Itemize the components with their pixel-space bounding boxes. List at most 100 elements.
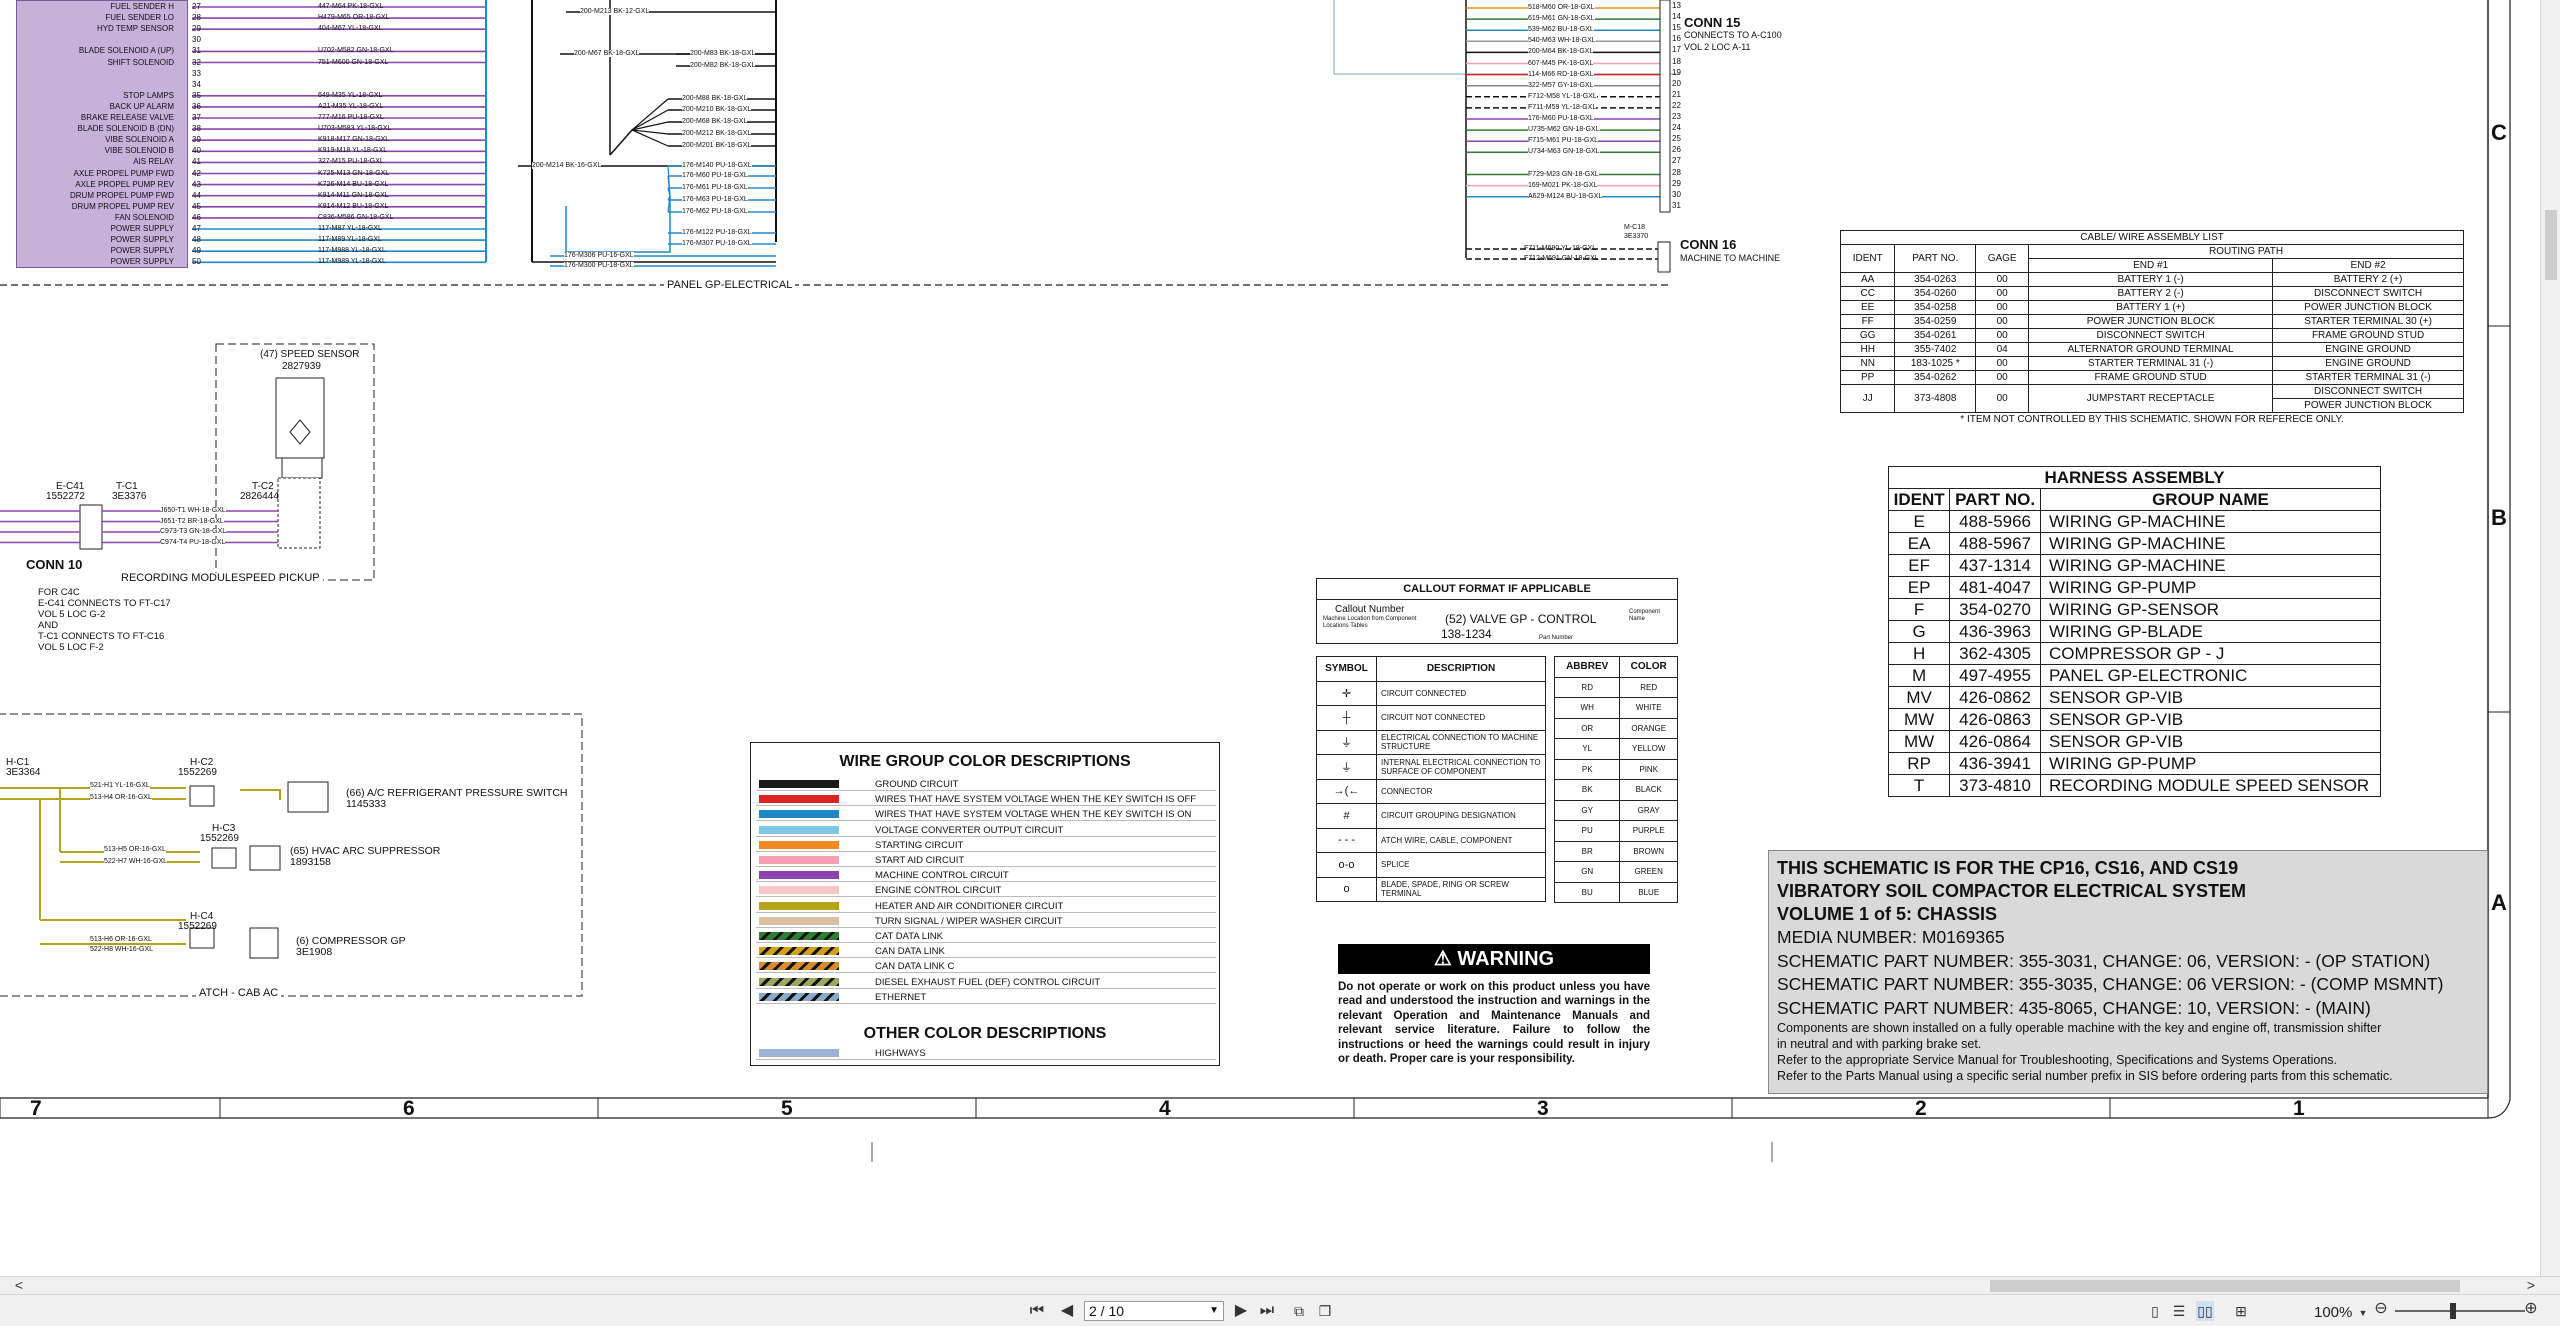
- horizontal-scrollbar[interactable]: < >: [0, 1276, 2560, 1294]
- wire-color-label: CAN DATA LINK: [875, 946, 945, 958]
- symbol-description: CONNECTOR: [1376, 778, 1546, 804]
- scroll-right-button[interactable]: >: [2522, 1275, 2540, 1295]
- conn15-wire-label: 518-M60 OR-18-GXL: [1528, 4, 1595, 11]
- last-page-button[interactable]: ⏭: [1258, 1301, 1276, 1321]
- harness-cell: SENSOR GP-VIB: [2039, 708, 2382, 731]
- controller-wire-label: 117-M87 YL-18-GXL: [318, 225, 382, 232]
- cable-row: GG 354-0261 00 DISCONNECT SWITCH FRAME GROUN…: [1839, 328, 2464, 343]
- conn15-pin: 28: [1672, 167, 1681, 177]
- pin-number: 29: [192, 24, 201, 34]
- symbol-glyph: →(←: [1316, 778, 1377, 804]
- abbrev-color: BLACK: [1619, 779, 1678, 801]
- symbol-description: ELECTRICAL CONNECTION TO MACHINE STRUCTU…: [1376, 729, 1546, 755]
- pin-number: 41: [192, 157, 201, 167]
- pin-function-label: POWER SUPPLY: [110, 235, 174, 245]
- conn15-wire-label: A629-M124 BU-18-GXL: [1528, 192, 1603, 200]
- arc-suppressor-part: 1893158: [290, 856, 331, 868]
- wire-color-swatch: [759, 886, 839, 895]
- harness-cell: 426-0864: [1949, 730, 2041, 753]
- scroll-left-button[interactable]: <: [10, 1275, 28, 1295]
- zoom-slider-thumb[interactable]: [2450, 1303, 2456, 1319]
- first-page-button[interactable]: ⏮: [1028, 1301, 1046, 1321]
- copy-page-icon[interactable]: ❐: [1316, 1301, 1334, 1321]
- harness-cell: 497-4955: [1949, 664, 2041, 687]
- harness-cell: WIRING GP-PUMP: [2039, 576, 2382, 599]
- abbrev-row: PU PURPLE: [1553, 820, 1678, 842]
- cable-cell: BATTERY 2 (-): [2028, 286, 2274, 301]
- abbrev-code: PU: [1553, 820, 1621, 842]
- callout-component-name: Component Name: [1629, 609, 1661, 622]
- extract-page-icon[interactable]: ⧉: [1290, 1301, 1308, 1321]
- harness-cell: 426-0862: [1949, 686, 2041, 709]
- zoom-dropdown-icon[interactable]: ▼: [2354, 1303, 2372, 1323]
- controller-wire-label: K914-M11 GN-18-GXL: [318, 191, 389, 199]
- conn16-wire-1: F711-M690 YL-18-GXL: [1524, 245, 1597, 252]
- wire-color-swatch: [759, 840, 839, 849]
- harness-cell: EF: [1887, 554, 1951, 577]
- page-number-input[interactable]: 2 / 10 ▼: [1084, 1301, 1224, 1321]
- conn10-note: FOR C4C: [38, 587, 80, 598]
- zoom-out-icon[interactable]: ⊖: [2372, 1299, 2390, 1319]
- harness-row: M 497-4955 PANEL GP-ELECTRONIC: [1887, 664, 2382, 687]
- conn15-wire-label: 322-M57 GY-18-GXL: [1528, 81, 1594, 89]
- cable-title: CABLE/ WIRE ASSEMBLY LIST: [1840, 230, 2464, 245]
- ec41-part: 1552272: [46, 491, 85, 502]
- symbol-row: ┼ CIRCUIT NOT CONNECTED: [1316, 705, 1546, 731]
- panel-wire-label: 176-M61 PU-18-GXL: [682, 184, 748, 191]
- wire-color-row: WIRES THAT HAVE SYSTEM VOLTAGE WHEN THE …: [756, 792, 1216, 807]
- abbrev-row: BK BLACK: [1553, 779, 1678, 801]
- conn15-wire-label: 200-M64 BK-18-GXL: [1528, 48, 1594, 56]
- zoom-slider[interactable]: [2395, 1310, 2525, 1312]
- harness-cell: M: [1887, 664, 1951, 687]
- viewer-toolbar: ⏮ ◀ 2 / 10 ▼ ▶ ⏭ ⧉ ❐ ▯ ☰ ▯▯ ⊞ 100% ▼ ⊖ ⊕: [0, 1294, 2560, 1326]
- abbrev-code: BK: [1553, 779, 1621, 801]
- abbrev-row: RD RED: [1553, 676, 1678, 698]
- chevron-down-icon[interactable]: ▼: [1209, 1302, 1219, 1320]
- harness-row: E 488-5966 WIRING GP-MACHINE: [1887, 510, 2382, 533]
- wire-color-swatch: [759, 962, 839, 971]
- single-page-view-icon[interactable]: ▯: [2146, 1301, 2164, 1321]
- symbol-row: ✛ CIRCUIT CONNECTED: [1316, 680, 1546, 706]
- hvac-wire-label: 522-H7 WH-16-GXL: [104, 858, 168, 865]
- pin-number: 35: [192, 90, 201, 100]
- zoom-level[interactable]: 100%: [2314, 1304, 2352, 1321]
- prev-page-button[interactable]: ◀: [1058, 1301, 1076, 1321]
- harness-cell: H: [1887, 642, 1951, 665]
- horizontal-scroll-thumb[interactable]: [1990, 1280, 2460, 1292]
- conn10-wire-label: J651-T2 BR-18-GXL: [160, 517, 224, 525]
- conn15-wire-label: U735-M62 GN-18-GXL: [1528, 126, 1600, 134]
- vertical-scroll-thumb[interactable]: [2545, 210, 2557, 280]
- pin-function-label: BLADE SOLENOID B (DN): [77, 124, 174, 134]
- abbrev-color: ORANGE: [1619, 717, 1678, 739]
- hc2-part: 1552269: [178, 767, 217, 778]
- harness-cell: SENSOR GP-VIB: [2039, 686, 2382, 709]
- harness-cell: 354-0270: [1949, 598, 2041, 621]
- cover-view-icon[interactable]: ⊞: [2232, 1301, 2250, 1321]
- next-page-button[interactable]: ▶: [1232, 1301, 1250, 1321]
- continuous-view-icon[interactable]: ☰: [2170, 1301, 2188, 1321]
- description-hdr: DESCRIPTION: [1376, 656, 1546, 682]
- controller-wire-label: 117-M988 YL-18-GXL: [318, 247, 386, 255]
- symbol-description: ATCH WIRE, CABLE, COMPONENT: [1376, 827, 1546, 853]
- pin-number: 40: [192, 146, 201, 156]
- title-line-2: VIBRATORY SOIL COMPACTOR ELECTRICAL SYST…: [1777, 881, 2247, 901]
- pin-function-label: DRUM PROPEL PUMP REV: [71, 201, 174, 211]
- wire-color-label: START AID CIRCUIT: [875, 855, 965, 866]
- title-line-3: VOLUME 1 of 5: CHASSIS: [1777, 904, 1998, 924]
- harness-cell: MW: [1887, 708, 1951, 731]
- zone-col-5: 5: [781, 1097, 793, 1120]
- conn15-pin: 24: [1672, 123, 1681, 133]
- controller-wire-label: K726-M14 BU-18-GXL: [318, 180, 389, 188]
- abbrev-code: GY: [1553, 799, 1621, 821]
- controller-wire-label: 117-M89 YL-18-GXL: [318, 236, 382, 244]
- zoom-in-icon[interactable]: ⊕: [2522, 1299, 2540, 1319]
- symbol-glyph: ⏚: [1316, 754, 1377, 780]
- abbrev-code: YL: [1553, 738, 1621, 760]
- vertical-scrollbar[interactable]: [2540, 0, 2560, 1276]
- facing-view-icon[interactable]: ▯▯: [2196, 1301, 2214, 1321]
- wire-color-swatch: [759, 780, 839, 788]
- abbrev-color: PINK: [1619, 758, 1678, 780]
- wire-color-row: START AID CIRCUIT: [756, 853, 1216, 867]
- callout-part-number: Part Number: [1539, 635, 1574, 641]
- wire-color-label: WIRES THAT HAVE SYSTEM VOLTAGE WHEN THE …: [875, 794, 1197, 806]
